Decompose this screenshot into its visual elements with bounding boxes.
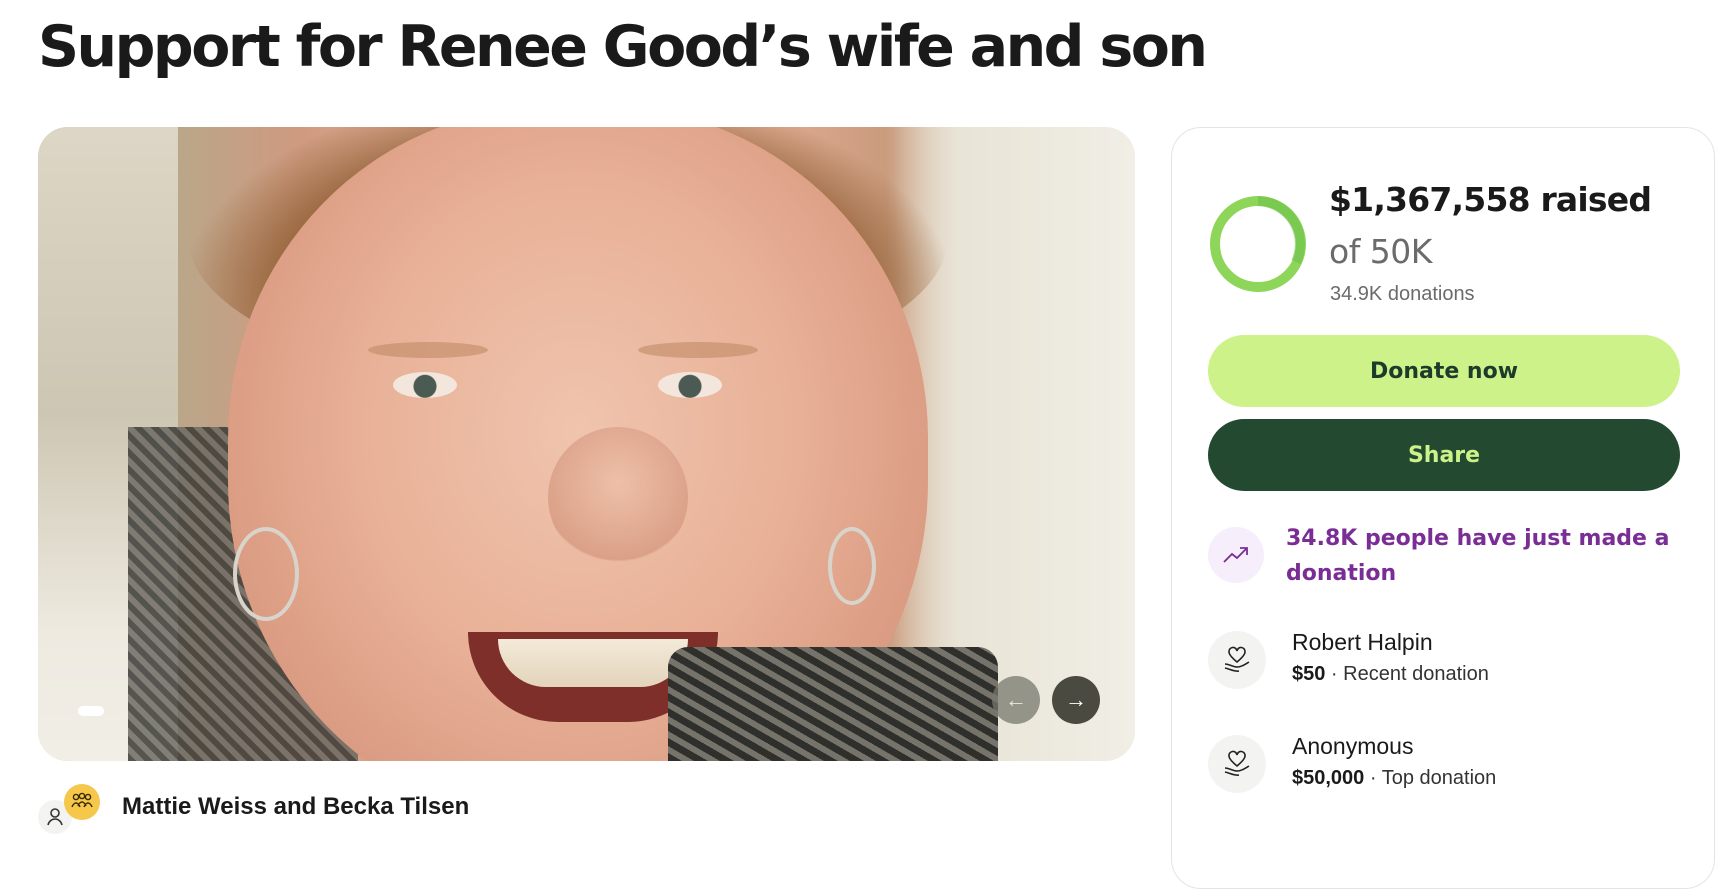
progress-ring xyxy=(1210,196,1306,292)
arrow-right-icon: → xyxy=(1065,687,1087,712)
donation-item: Anonymous $50,000 · Top donation xyxy=(1208,729,1678,799)
photo-shirt xyxy=(668,647,998,761)
donation-meta: $50,000 · Top donation xyxy=(1292,767,1497,789)
donation-label: Top donation xyxy=(1381,767,1497,789)
photo-nose xyxy=(548,427,688,567)
donor-name: Robert Halpin xyxy=(1292,629,1433,655)
donation-item: Robert Halpin $50 · Recent donation xyxy=(1208,625,1678,695)
donation-amount: $50,000 xyxy=(1292,767,1365,789)
organizer-name[interactable]: Mattie Weiss and Becka Tilsen xyxy=(122,793,469,821)
trending-notice: 34.8K people have just made a donation xyxy=(1208,521,1678,601)
slide-indicator[interactable] xyxy=(78,706,104,716)
photo-eye-left xyxy=(393,372,457,398)
trending-up-icon xyxy=(1208,527,1264,583)
goal-amount: of 50K xyxy=(1329,232,1432,271)
donate-now-button[interactable]: Donate now xyxy=(1208,335,1680,407)
donation-meta: $50 · Recent donation xyxy=(1292,663,1489,685)
trending-text: 34.8K people have just made a donation xyxy=(1286,526,1670,586)
photo-eye-right xyxy=(658,372,722,398)
donation-amount: $50 xyxy=(1292,663,1326,685)
heart-hand-icon xyxy=(1208,735,1266,793)
photo-earring-right xyxy=(828,527,876,605)
campaign-photo[interactable]: ← → xyxy=(38,127,1135,761)
page-title: Support for Renee Good’s wife and son xyxy=(38,14,1208,80)
photo-teeth xyxy=(498,639,688,687)
donation-count: 34.9K donations xyxy=(1330,283,1475,305)
team-icon xyxy=(64,784,100,820)
heart-hand-icon xyxy=(1208,631,1266,689)
organizer-row[interactable]: Mattie Weiss and Becka Tilsen xyxy=(38,784,518,834)
previous-slide-button[interactable]: ← xyxy=(992,676,1040,724)
photo-brow-right xyxy=(638,342,758,358)
donor-name: Anonymous xyxy=(1292,733,1414,759)
share-button[interactable]: Share xyxy=(1208,419,1680,491)
next-slide-button[interactable]: → xyxy=(1052,676,1100,724)
arrow-left-icon: ← xyxy=(1005,687,1027,712)
photo-earring-left xyxy=(233,527,299,621)
amount-raised: $1,367,558 raised xyxy=(1329,180,1652,219)
donation-sidebar: $1,367,558 raised of 50K 34.9K donations… xyxy=(1171,127,1715,889)
photo-brow-left xyxy=(368,342,488,358)
donation-label: Recent donation xyxy=(1343,663,1489,685)
